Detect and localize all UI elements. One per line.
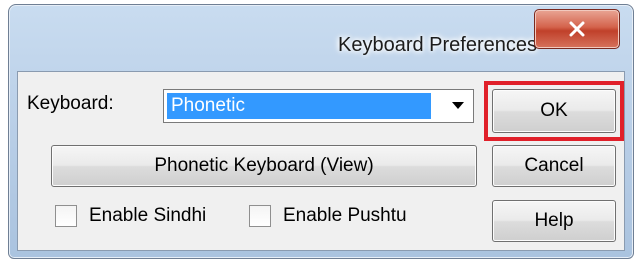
enable-sindhi-label: Enable Sindhi — [89, 205, 207, 226]
keyboard-select-value: Phonetic — [167, 93, 431, 119]
close-icon — [569, 21, 585, 37]
dialog-window: Keyboard Preferences Keyboard: Phonetic … — [8, 4, 634, 259]
enable-pushtu-label: Enable Pushtu — [283, 205, 407, 226]
ok-button[interactable]: OK — [492, 89, 616, 133]
phonetic-keyboard-view-button[interactable]: Phonetic Keyboard (View) — [51, 145, 477, 187]
keyboard-select[interactable]: Phonetic — [163, 89, 474, 123]
title-bar[interactable]: Keyboard Preferences — [9, 5, 633, 71]
window-title: Keyboard Preferences — [337, 34, 537, 56]
close-button[interactable] — [534, 9, 620, 49]
enable-pushtu-checkbox[interactable] — [249, 205, 271, 227]
enable-sindhi-checkbox[interactable] — [55, 205, 77, 227]
keyboard-label: Keyboard: — [27, 93, 114, 114]
dropdown-arrow-button[interactable] — [445, 93, 471, 119]
help-button[interactable]: Help — [492, 200, 616, 242]
chevron-down-icon — [452, 102, 464, 109]
cancel-button[interactable]: Cancel — [492, 145, 616, 187]
enable-sindhi-option[interactable]: Enable Sindhi — [55, 205, 206, 227]
dialog-body: Keyboard: Phonetic OK Phonetic Keyboard … — [17, 71, 625, 251]
enable-pushtu-option[interactable]: Enable Pushtu — [249, 205, 407, 227]
